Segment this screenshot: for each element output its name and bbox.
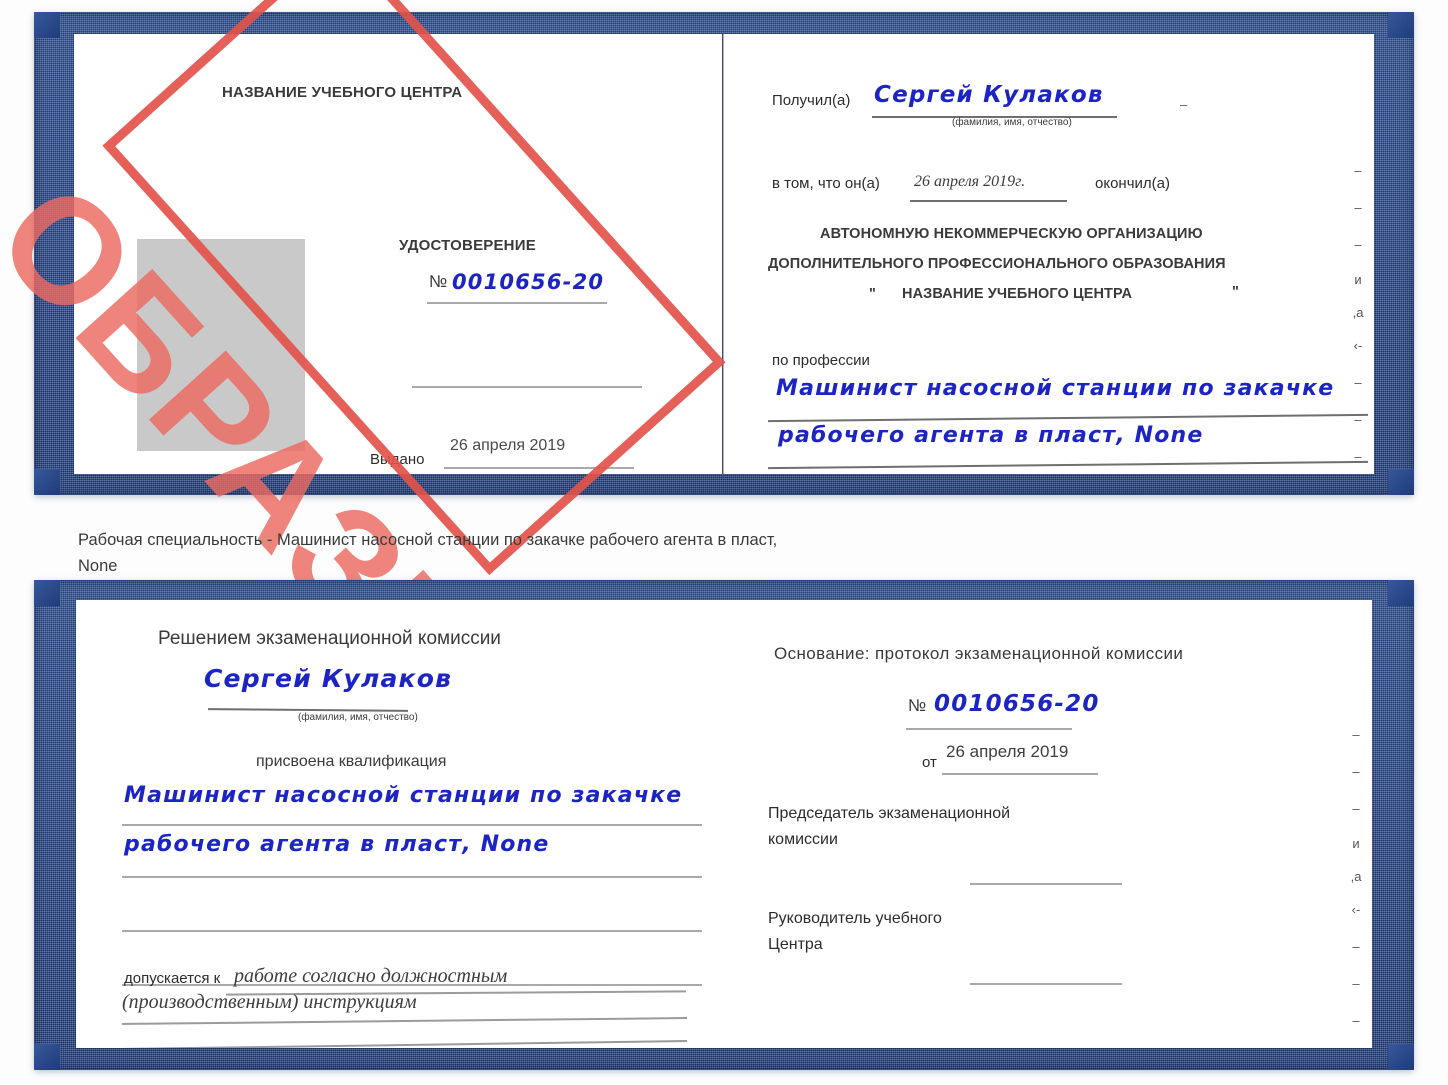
cover-corner-bottom-left [34, 1044, 60, 1070]
training-center-header: НАЗВАНИЕ УЧЕБНОГО ЦЕНТРА [222, 84, 463, 101]
blank-rule-left-1 [412, 386, 642, 388]
edge-glyph: – [1354, 412, 1362, 427]
head-label-line-2: Центра [768, 936, 823, 953]
chairman-label-line-1: Председатель экзаменационной [768, 805, 1011, 822]
cover-corner-top-right [1388, 12, 1414, 38]
fore-edge-glyph-column-top: – – – и ,а ‹- – – – – [1350, 164, 1366, 474]
cover-corner-top-left [34, 580, 60, 606]
certificate-bottom-right-page: Основание: протокол экзаменационной коми… [722, 600, 1372, 1048]
head-label-line-1: Руководитель учебного [768, 910, 942, 927]
edge-glyph: – [1352, 1013, 1360, 1028]
certificate-top-left-page: НАЗВАНИЕ УЧЕБНОГО ЦЕНТРА УДОСТОВЕРЕНИЕ №… [74, 34, 722, 474]
allowed-rule-3 [122, 1040, 687, 1048]
cover-corner-top-right [1388, 580, 1414, 606]
cover-corner-bottom-right [1388, 469, 1414, 495]
issued-date: 26 апреля 2019 [450, 437, 566, 454]
issued-date-rule [444, 467, 634, 469]
received-name: Сергей Кулаков [874, 82, 1104, 108]
edge-glyph: ,а [1350, 869, 1362, 884]
fio-hint-bottom: (фамилия, имя, отчество) [298, 712, 418, 723]
edge-glyph: – [1354, 237, 1362, 252]
finished-label: окончил(а) [1095, 175, 1170, 192]
profession-rule-2 [768, 460, 1368, 469]
photo-placeholder [137, 239, 305, 451]
protocol-date-rule [942, 773, 1098, 775]
document-type-label: УДОСТОВЕРЕНИЕ [399, 237, 536, 254]
org-name-line-2: ДОПОЛНИТЕЛЬНОГО ПРОФЕССИОНАЛЬНОГО ОБРАЗО… [768, 256, 1226, 272]
chairman-signature-rule [970, 883, 1122, 885]
qualification-line-1: Машинист насосной станции по закачке [124, 783, 683, 808]
certificate-top: НАЗВАНИЕ УЧЕБНОГО ЦЕНТРА УДОСТОВЕРЕНИЕ №… [34, 12, 1414, 495]
certificate-bottom: Решением экзаменационной комиссии Сергей… [34, 580, 1414, 1070]
protocol-date-prefix: от [922, 754, 937, 771]
completion-date: 26 апреля 2019г. [914, 173, 1026, 190]
graduate-name-rule [207, 708, 409, 712]
edge-glyph: – [1354, 163, 1362, 178]
in-that-label: в том, что он(а) [772, 175, 880, 192]
org-name-line-1: АВТОНОМНУЮ НЕКОММЕРЧЕСКУЮ ОРГАНИЗАЦИЮ [820, 226, 1203, 242]
commission-decision-header: Решением экзаменационной комиссии [158, 628, 501, 649]
profession-value-line-1: Машинист насосной станции по закачке [776, 376, 1335, 401]
protocol-number-value: 0010656-20 [934, 691, 1100, 717]
allowed-label: допускается к [124, 970, 221, 987]
edge-glyph: – [1352, 939, 1360, 954]
edge-glyph: – [1354, 449, 1362, 464]
edge-glyph: и [1352, 836, 1360, 851]
edge-glyph: – [1354, 375, 1362, 390]
qualification-label: присвоена квалификация [256, 753, 447, 770]
issued-label: Выдано [370, 451, 425, 468]
org-name-line-3: НАЗВАНИЕ УЧЕБНОГО ЦЕНТРА [902, 286, 1133, 302]
edge-glyph: и [1354, 272, 1362, 287]
certificate-top-right-page: Получил(а) Сергей Кулаков (фамилия, имя,… [724, 34, 1374, 474]
protocol-date-value: 26 апреля 2019 [946, 742, 1069, 761]
edge-glyph: – [1352, 976, 1360, 991]
certificate-number-symbol: № [429, 272, 448, 291]
edge-glyph: ‹- [1353, 338, 1363, 353]
edge-dash-received: – [1180, 97, 1188, 112]
protocol-number-symbol: № [908, 696, 927, 715]
profession-value-line-2: рабочего агента в пласт, None [778, 423, 1204, 448]
cover-corner-top-left [34, 12, 60, 38]
caption-block: Рабочая специальность - Машинист насосно… [78, 528, 1078, 579]
head-signature-rule [970, 983, 1122, 985]
certificate-bottom-left-page: Решением экзаменационной комиссии Сергей… [76, 600, 722, 1048]
qualification-rule-3 [122, 930, 702, 932]
edge-glyph: – [1354, 200, 1362, 215]
certificate-top-pages: НАЗВАНИЕ УЧЕБНОГО ЦЕНТРА УДОСТОВЕРЕНИЕ №… [74, 34, 1374, 474]
profession-rule-1 [768, 413, 1368, 422]
allowed-line-2: (производственным) инструкциям [122, 991, 417, 1013]
qualification-line-2: рабочего агента в пласт, None [124, 832, 550, 857]
edge-glyph: ,а [1352, 305, 1364, 320]
qualification-rule-1 [122, 824, 702, 826]
completion-date-rule [910, 200, 1067, 202]
edge-glyph: ‹- [1351, 902, 1361, 917]
edge-glyph: – [1352, 801, 1360, 816]
org-quote-open: " [869, 286, 876, 302]
qualification-rule-2 [122, 876, 702, 878]
allowed-line-1: работе согласно должностным [234, 965, 508, 987]
cover-corner-bottom-right [1388, 1044, 1414, 1070]
org-quote-close: " [1232, 284, 1239, 300]
caption-line-2: None [78, 556, 118, 575]
caption-line-1: Рабочая специальность - Машинист насосно… [78, 531, 778, 549]
fio-hint-top: (фамилия, имя, отчество) [952, 117, 1072, 128]
certificate-bottom-pages: Решением экзаменационной комиссии Сергей… [76, 600, 1372, 1048]
edge-glyph: – [1352, 764, 1360, 779]
certificate-number-rule [427, 302, 607, 304]
fore-edge-glyph-column-bottom: – – – и ,а ‹- – – – – [1348, 728, 1364, 1048]
graduate-name: Сергей Кулаков [204, 664, 453, 693]
certificate-number-value: 0010656-20 [452, 270, 605, 294]
edge-glyph: – [1352, 727, 1360, 742]
cover-corner-bottom-left [34, 469, 60, 495]
profession-label: по профессии [772, 352, 870, 369]
protocol-number-rule [906, 728, 1072, 730]
chairman-label-line-2: комиссии [768, 831, 838, 848]
received-label: Получил(а) [772, 92, 851, 109]
allowed-rule-2 [122, 1017, 687, 1025]
basis-label: Основание: протокол экзаменационной коми… [774, 644, 1184, 663]
